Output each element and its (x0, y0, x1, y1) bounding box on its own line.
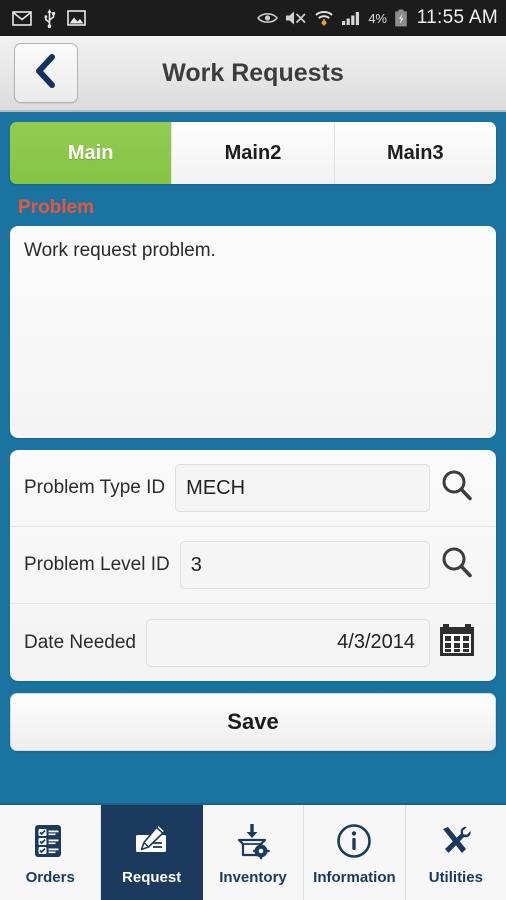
problem-type-lookup-button[interactable] (430, 468, 484, 509)
nav-item-information[interactable]: Information (304, 805, 406, 900)
problem-type-label: Problem Type ID (24, 477, 166, 498)
nav-label-orders: Orders (25, 868, 75, 886)
problem-level-label: Problem Level ID (24, 554, 170, 575)
wifi-icon (314, 10, 334, 26)
nav-label-utilities: Utilities (428, 868, 483, 886)
battery-charging-icon (394, 9, 408, 27)
problem-type-input[interactable]: MECH (175, 464, 430, 512)
title-bar: Work Requests (0, 36, 506, 112)
back-button[interactable] (14, 43, 78, 103)
problem-level-lookup-button[interactable] (430, 545, 484, 586)
mute-icon (285, 10, 307, 26)
date-needed-input[interactable]: 4/3/2014 (145, 618, 430, 667)
nav-item-inventory[interactable]: Inventory (203, 805, 305, 900)
problem-type-row: Problem Type ID MECH (10, 450, 496, 527)
problem-level-row: Problem Level ID 3 (10, 527, 496, 604)
date-needed-label: Date Needed (24, 631, 136, 653)
content-area: Main Main2 Main3 Problem Work request pr… (0, 112, 506, 803)
details-form: Problem Type ID MECH Problem Level ID 3 (10, 450, 496, 681)
date-picker-button[interactable] (430, 622, 484, 663)
tab-main3[interactable]: Main3 (334, 122, 496, 184)
back-chevron-icon (33, 53, 59, 93)
smart-stay-eye-icon (257, 11, 279, 25)
nav-item-orders[interactable]: Orders (0, 805, 102, 900)
tools-icon (435, 820, 477, 862)
status-bar-left-icons (12, 8, 86, 28)
search-icon (439, 468, 475, 509)
tab-bar: Main Main2 Main3 (10, 122, 496, 184)
nav-label-request: Request (122, 868, 182, 886)
box-gear-icon (232, 820, 274, 862)
status-bar-right-icons: 4% 11:55 AM (257, 7, 498, 29)
nav-label-information: Information (313, 868, 396, 886)
gallery-icon (67, 10, 86, 26)
nav-item-utilities[interactable]: Utilities (406, 805, 506, 900)
checklist-icon (30, 820, 70, 862)
app-screen: 4% 11:55 AM Work Requests Main Main2 Mai… (0, 0, 506, 900)
calendar-icon (438, 622, 476, 663)
mail-icon (12, 10, 32, 26)
signal-bars-icon (341, 10, 361, 26)
nav-item-request[interactable]: Request (101, 805, 203, 900)
status-bar: 4% 11:55 AM (0, 0, 506, 36)
pencil-form-icon (131, 820, 173, 862)
save-button[interactable]: Save (10, 693, 496, 751)
bottom-navigation: Orders Request Inventory Information Uti… (0, 803, 506, 900)
battery-percent-label: 4% (368, 10, 387, 26)
status-bar-clock: 11:55 AM (416, 7, 498, 28)
tab-main2[interactable]: Main2 (172, 122, 335, 184)
info-circle-icon (334, 820, 374, 862)
usb-icon (43, 8, 56, 28)
problem-textarea[interactable]: Work request problem. (10, 226, 496, 438)
problem-level-input[interactable]: 3 (179, 541, 430, 589)
tab-main[interactable]: Main (10, 122, 173, 184)
nav-label-inventory: Inventory (219, 868, 287, 886)
problem-section-label: Problem (18, 197, 95, 218)
search-icon (439, 545, 475, 586)
date-needed-row: Date Needed 4/3/2014 (10, 604, 496, 681)
